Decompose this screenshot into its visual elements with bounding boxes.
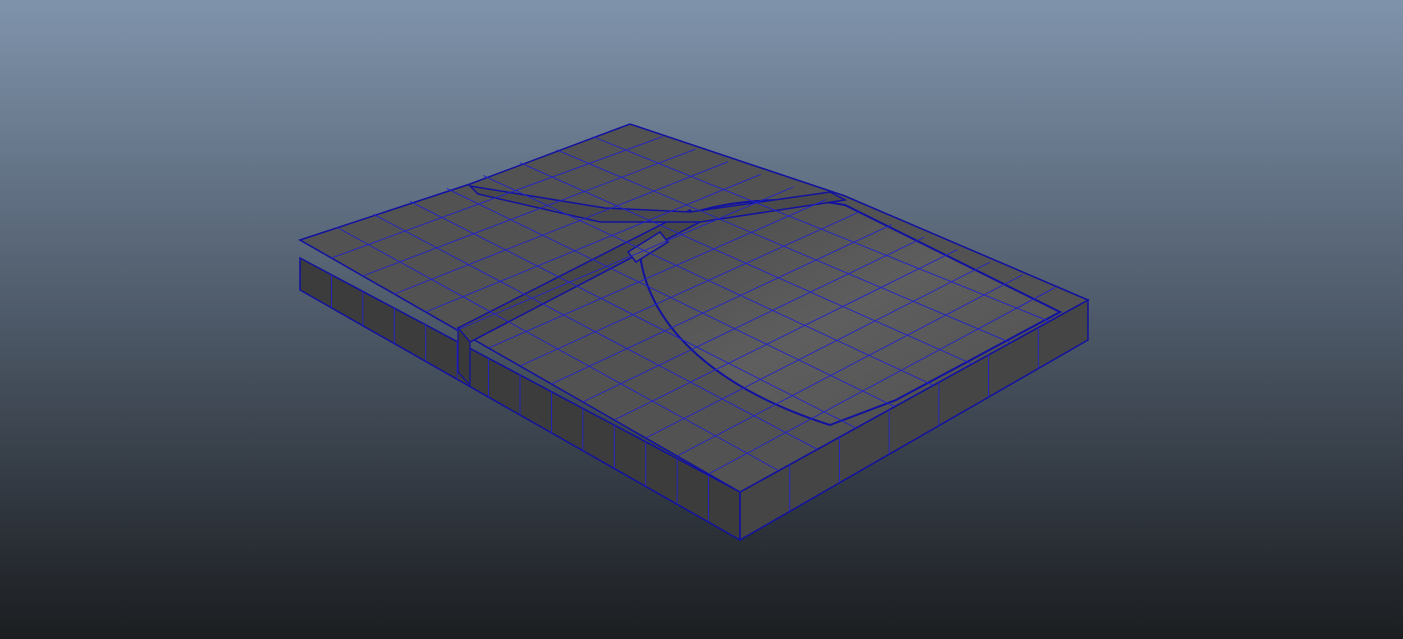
3d-viewport[interactable] — [0, 0, 1403, 639]
viewport-canvas[interactable] — [0, 0, 1403, 639]
